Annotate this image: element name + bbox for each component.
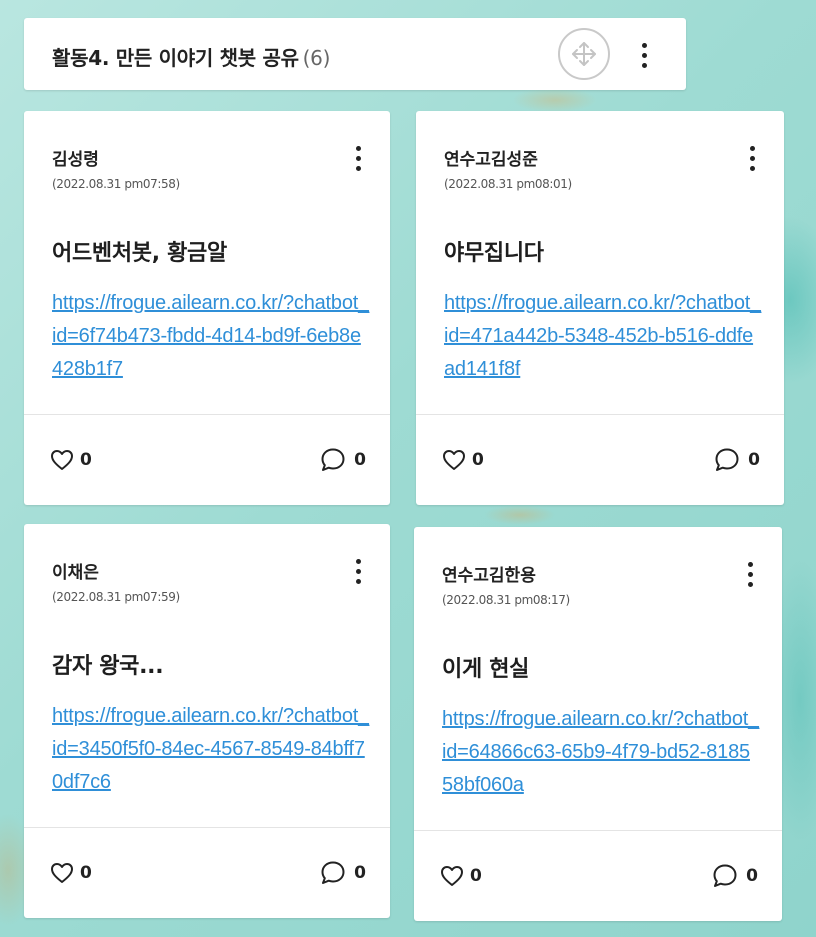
post-author: 김성령: [52, 150, 99, 170]
speech-bubble-icon: [321, 448, 345, 471]
chatbot-link[interactable]: https://frogue.ailearn.co.kr/?chatbot_id…: [442, 703, 760, 802]
like-count: 0: [472, 450, 484, 470]
chatbot-link[interactable]: https://frogue.ailearn.co.kr/?chatbot_id…: [444, 287, 762, 386]
more-vertical-icon: [641, 42, 647, 68]
post-menu-button[interactable]: [348, 141, 368, 175]
chatbot-link[interactable]: https://frogue.ailearn.co.kr/?chatbot_id…: [52, 287, 370, 386]
more-vertical-icon: [355, 558, 361, 584]
heart-outline-icon: [51, 863, 73, 883]
post-title: 감자 왕국...: [52, 654, 164, 679]
post-card[interactable]: 김성령 (2022.08.31 pm07:58) 어드벤처봇, 황금알 http…: [24, 111, 390, 505]
post-footer: 0 0: [414, 830, 782, 921]
speech-bubble-icon: [715, 448, 739, 471]
comment-button[interactable]: 0: [712, 863, 758, 889]
move-section-button[interactable]: [558, 28, 610, 80]
comment-count: 0: [354, 863, 366, 883]
like-count: 0: [80, 450, 92, 470]
post-date: (2022.08.31 pm07:59): [52, 590, 180, 604]
like-button[interactable]: 0: [50, 862, 92, 884]
more-vertical-icon: [747, 561, 753, 587]
post-footer: 0 0: [24, 414, 390, 505]
chatbot-link[interactable]: https://frogue.ailearn.co.kr/?chatbot_id…: [52, 700, 370, 799]
more-vertical-icon: [749, 145, 755, 171]
speech-bubble-icon: [713, 864, 737, 887]
more-vertical-icon: [355, 145, 361, 171]
post-author: 연수고김한용: [442, 566, 536, 586]
section-title: 활동4. 만든 이야기 챗봇 공유 (6): [52, 42, 330, 71]
post-author: 연수고김성준: [444, 150, 538, 170]
post-title: 어드벤처봇, 황금알: [52, 241, 227, 266]
section-header: 활동4. 만든 이야기 챗봇 공유 (6): [24, 18, 686, 90]
comment-button[interactable]: 0: [714, 447, 760, 473]
like-button[interactable]: 0: [440, 865, 482, 887]
post-title: 야무집니다: [444, 241, 544, 266]
post-date: (2022.08.31 pm08:01): [444, 177, 572, 191]
post-date: (2022.08.31 pm07:58): [52, 177, 180, 191]
comment-count: 0: [746, 866, 758, 886]
post-author: 이채은: [52, 563, 99, 583]
comment-count: 0: [354, 450, 366, 470]
post-menu-button[interactable]: [348, 554, 368, 588]
post-date: (2022.08.31 pm08:17): [442, 593, 570, 607]
section-post-count: (6): [302, 46, 331, 70]
like-count: 0: [80, 863, 92, 883]
post-footer: 0 0: [24, 827, 390, 918]
heart-outline-icon: [441, 866, 463, 886]
post-card[interactable]: 이채은 (2022.08.31 pm07:59) 감자 왕국... https:…: [24, 524, 390, 918]
post-menu-button[interactable]: [742, 141, 762, 175]
comment-button[interactable]: 0: [320, 447, 366, 473]
like-count: 0: [470, 866, 482, 886]
post-footer: 0 0: [416, 414, 784, 505]
post-menu-button[interactable]: [740, 557, 760, 591]
like-button[interactable]: 0: [442, 449, 484, 471]
section-title-text: 활동4. 만든 이야기 챗봇 공유: [52, 46, 299, 70]
post-card[interactable]: 연수고김한용 (2022.08.31 pm08:17) 이게 현실 https:…: [414, 527, 782, 921]
move-arrows-icon: [572, 42, 596, 66]
post-title: 이게 현실: [442, 657, 530, 682]
heart-outline-icon: [443, 450, 465, 470]
comment-count: 0: [748, 450, 760, 470]
post-card[interactable]: 연수고김성준 (2022.08.31 pm08:01) 야무집니다 https:…: [416, 111, 784, 505]
like-button[interactable]: 0: [50, 449, 92, 471]
comment-button[interactable]: 0: [320, 860, 366, 886]
section-menu-button[interactable]: [632, 38, 656, 72]
speech-bubble-icon: [321, 861, 345, 884]
heart-outline-icon: [51, 450, 73, 470]
